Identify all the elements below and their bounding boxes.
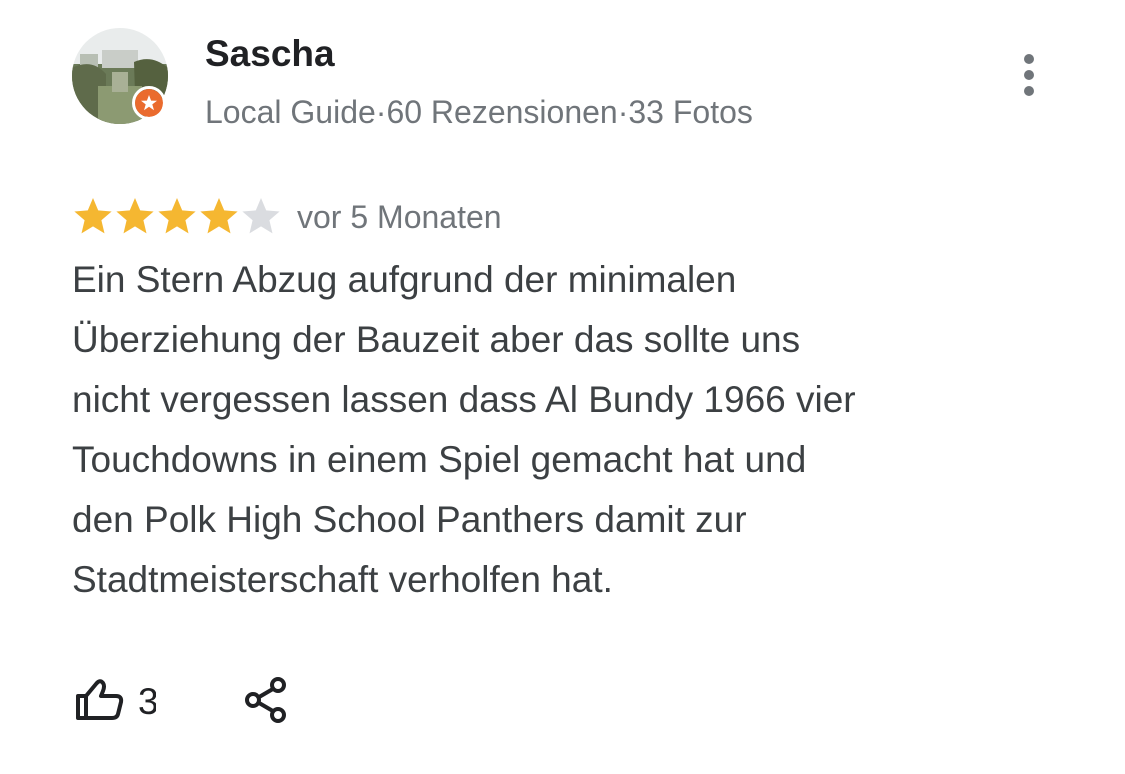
thumbs-up-icon: [76, 679, 124, 720]
share-icon: [245, 677, 286, 723]
star-filled-icon: [116, 198, 154, 234]
star-filled-icon: [158, 198, 196, 234]
like-button[interactable]: 3: [72, 672, 172, 728]
review-text: Ein Stern Abzug aufgrund der minimalen Ü…: [72, 250, 1072, 610]
like-count: 3: [138, 681, 156, 722]
share-button[interactable]: [240, 672, 296, 728]
star-filled-icon: [200, 198, 238, 234]
review-line: nicht vergessen lassen dass Al Bundy 196…: [72, 379, 856, 420]
review-line: Ein Stern Abzug aufgrund der minimalen: [72, 259, 737, 300]
star-empty-icon: [242, 198, 280, 234]
reviewer-avatar[interactable]: [72, 28, 168, 124]
star-rating: [72, 195, 282, 237]
local-guide-badge-icon: [132, 86, 166, 120]
star-filled-icon: [74, 198, 112, 234]
reviewer-meta: Local Guide·60 Rezensionen·33 Fotos: [205, 94, 753, 130]
review-line: Überziehung der Bauzeit aber das sollte …: [72, 319, 801, 360]
review-line: den Polk High School Panthers damit zur: [72, 499, 747, 540]
review-line: Stadtmeisterschaft verholfen hat.: [72, 559, 613, 600]
reviewer-name[interactable]: Sascha: [205, 31, 335, 77]
more-options-button[interactable]: [1008, 50, 1050, 100]
more-vertical-icon: [1024, 54, 1034, 96]
review-line: Touchdowns in einem Spiel gemacht hat un…: [72, 439, 807, 480]
review-date: vor 5 Monaten: [297, 199, 502, 235]
